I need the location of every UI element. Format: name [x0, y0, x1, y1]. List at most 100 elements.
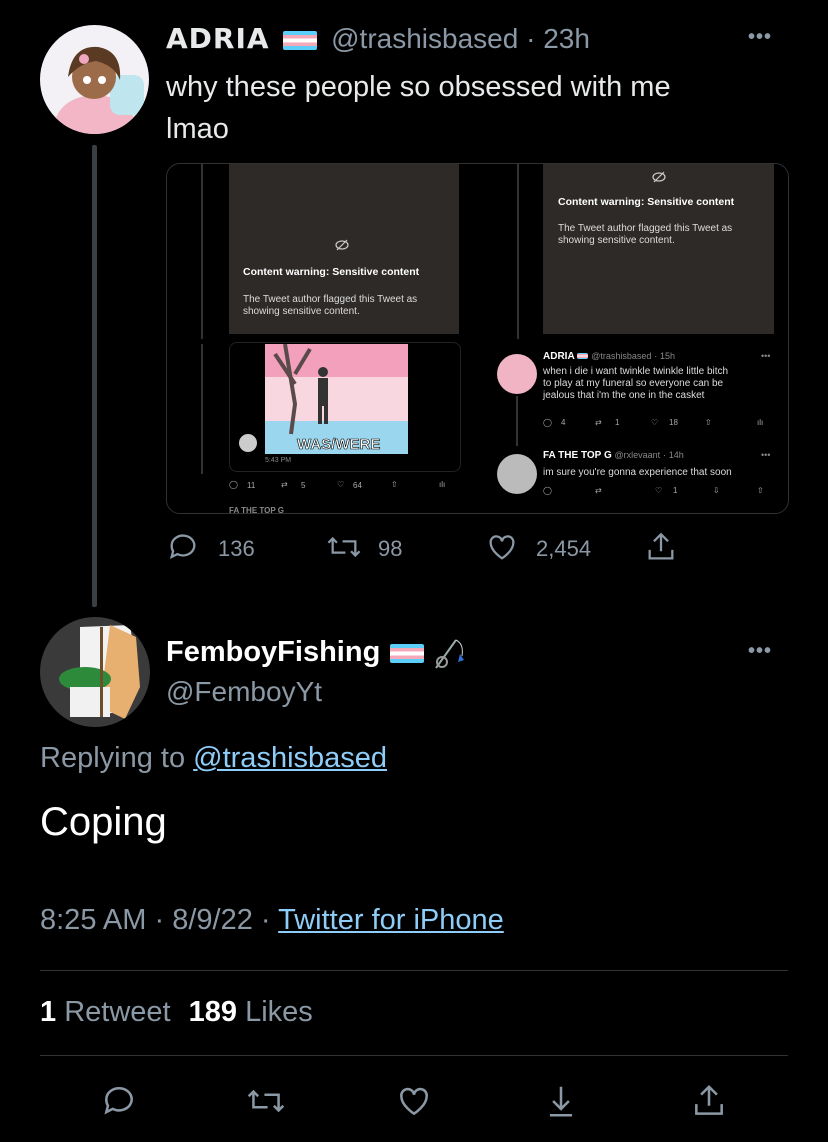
- retweet-icon[interactable]: ⇄: [281, 480, 288, 489]
- tweet-text-line: why these people so obsessed with me: [166, 71, 671, 103]
- left-likes: 64: [353, 481, 362, 490]
- retweet-icon[interactable]: [244, 1082, 288, 1120]
- reply-icon: ◯: [543, 418, 552, 427]
- reply-icon[interactable]: [100, 1082, 138, 1120]
- left-thread-line-2: [201, 344, 203, 474]
- femboyfishing-avatar[interactable]: [40, 617, 150, 727]
- cw-body-line: The Tweet author flagged this Tweet as: [558, 223, 733, 234]
- right-thread-line: [517, 164, 519, 339]
- embedded-handle: @rxlevaant: [614, 450, 661, 460]
- sensitive-content-panel[interactable]: Content warning: Sensitive content The T…: [543, 164, 774, 334]
- tweet-media[interactable]: Content warning: Sensitive content The T…: [166, 163, 789, 514]
- like-icon: ♡: [651, 418, 659, 427]
- adria-avatar[interactable]: [40, 25, 149, 134]
- trans-flag-icon: [283, 31, 318, 51]
- likes-label[interactable]: Likes: [245, 996, 313, 1028]
- retweets-label[interactable]: Retweet: [64, 996, 170, 1028]
- author-name[interactable]: ADRIA: [166, 22, 270, 55]
- image-time: 5:43 PM: [265, 457, 292, 464]
- engagement-stats: 1 Retweet 189 Likes: [40, 996, 313, 1029]
- tweet-text: why these people so obsessed with me lma…: [166, 66, 671, 150]
- share-icon[interactable]: [644, 530, 678, 564]
- replying-to: Replying to @trashisbased: [40, 742, 387, 775]
- retweets-count[interactable]: 1: [40, 996, 56, 1028]
- replying-to-label: Replying to: [40, 742, 186, 774]
- reply-actions: [0, 1080, 828, 1124]
- embedded-time: 14h: [668, 450, 684, 460]
- left-retweets: 5: [301, 481, 306, 490]
- dot-separator: ·: [662, 450, 666, 460]
- analytics-icon[interactable]: ılı: [439, 480, 445, 489]
- embedded-tweet-2-stats: ◯ ⇄ ♡ 1 ⇩ ⇧: [543, 486, 773, 498]
- embedded-tweet-1-text: when i die i want twinkle twinkle little…: [543, 366, 728, 402]
- retweet-icon: ⇄: [595, 486, 602, 495]
- quoted-image[interactable]: WAS/WERE: [265, 344, 408, 454]
- fa-mini-avatar: [497, 454, 537, 494]
- sensitive-hidden-icon: [335, 238, 349, 252]
- cw-body-line: showing sensitive content.: [243, 306, 360, 317]
- right-thread-line-2: [516, 396, 518, 446]
- embedded-time: 15h: [659, 351, 675, 361]
- embedded-tweet-1-header: ADRIA @trashisbased · 15h: [543, 351, 675, 362]
- sensitive-hidden-icon: [652, 170, 666, 184]
- cw-body-line: showing sensitive content.: [558, 235, 675, 246]
- reply-more-options-button[interactable]: •••: [748, 640, 772, 663]
- cw-title: Content warning: Sensitive content: [558, 196, 735, 208]
- sensitive-content-panel[interactable]: Content warning: Sensitive content The T…: [229, 164, 459, 334]
- divider: [40, 1055, 788, 1056]
- embedded-menu: •••: [761, 450, 771, 460]
- embedded-handle: @trashisbased: [591, 351, 652, 361]
- like-icon[interactable]: ♡: [337, 480, 344, 489]
- e1-retweets: 1: [615, 418, 620, 427]
- reply-author-name[interactable]: FemboyFishing: [166, 636, 380, 668]
- reply-meta: 8:25 AM · 8/9/22 · Twitter for iPhone: [40, 904, 504, 937]
- fishing-rod-icon: [432, 636, 468, 670]
- reply-author-handle[interactable]: @FemboyYt: [166, 676, 322, 708]
- more-options-button[interactable]: •••: [748, 26, 772, 49]
- dot-separator: ·: [260, 904, 271, 936]
- embedded-author-name: ADRIA: [543, 351, 575, 362]
- left-bottom-partial: FA THE TOP G: [229, 506, 284, 514]
- share-icon[interactable]: ⇧: [391, 480, 398, 489]
- share-icon: ⇧: [705, 418, 712, 427]
- retweet-icon: ⇄: [595, 418, 602, 427]
- tweet-time[interactable]: 23h: [543, 23, 590, 54]
- cw-body: The Tweet author flagged this Tweet as s…: [243, 294, 417, 318]
- embedded-tweet-2-header: FA THE TOP G @rxlevaant · 14h: [543, 450, 684, 461]
- like-icon[interactable]: [394, 1082, 434, 1120]
- embedded-menu: •••: [761, 351, 771, 361]
- cw-title: Content warning: Sensitive content: [243, 266, 420, 278]
- e1-replies: 4: [561, 418, 566, 427]
- author-handle[interactable]: @trashisbased: [331, 23, 518, 54]
- left-stats: ◯ 11 ⇄ 5 ♡ 64 ⇧ ılı: [229, 480, 469, 494]
- e1-likes: 18: [669, 418, 678, 427]
- image-caption: WAS/WERE: [297, 436, 381, 454]
- reply-time[interactable]: 8:25 AM: [40, 904, 146, 936]
- reply-icon[interactable]: ◯: [229, 480, 238, 489]
- like-icon[interactable]: [484, 530, 520, 564]
- right-screenshot: Content warning: Sensitive content The T…: [483, 164, 788, 513]
- like-count: 2,454: [536, 536, 592, 561]
- like-icon: ♡: [655, 486, 663, 495]
- reply-icon[interactable]: [166, 530, 200, 564]
- adria-mini-avatar: [497, 354, 537, 394]
- reply-text: Coping: [40, 800, 167, 844]
- reply-source-link[interactable]: Twitter for iPhone: [278, 904, 504, 936]
- replying-to-link[interactable]: @trashisbased: [193, 742, 387, 774]
- embedded-text-line: jealous that i'm the one in the casket: [543, 390, 705, 401]
- share-icon[interactable]: [690, 1082, 728, 1120]
- tweet-text-line: lmao: [166, 113, 229, 145]
- bookmark-icon: ⇩: [713, 486, 720, 495]
- cw-body-line: The Tweet author flagged this Tweet as: [243, 294, 418, 305]
- bookmark-icon[interactable]: [542, 1082, 580, 1120]
- embedded-text-line: when i die i want twinkle twinkle little…: [543, 366, 729, 377]
- likes-count[interactable]: 189: [189, 996, 237, 1028]
- retweet-icon[interactable]: [324, 530, 364, 564]
- left-thread-line: [201, 164, 203, 339]
- e2-likes: 1: [673, 486, 678, 495]
- tweet-header: ADRIA @trashisbased · 23h: [166, 22, 590, 58]
- thread-line: [92, 145, 97, 607]
- dot-separator: ·: [154, 904, 165, 936]
- reply-date[interactable]: 8/9/22: [172, 904, 253, 936]
- embedded-author-name: FA THE TOP G: [543, 450, 612, 461]
